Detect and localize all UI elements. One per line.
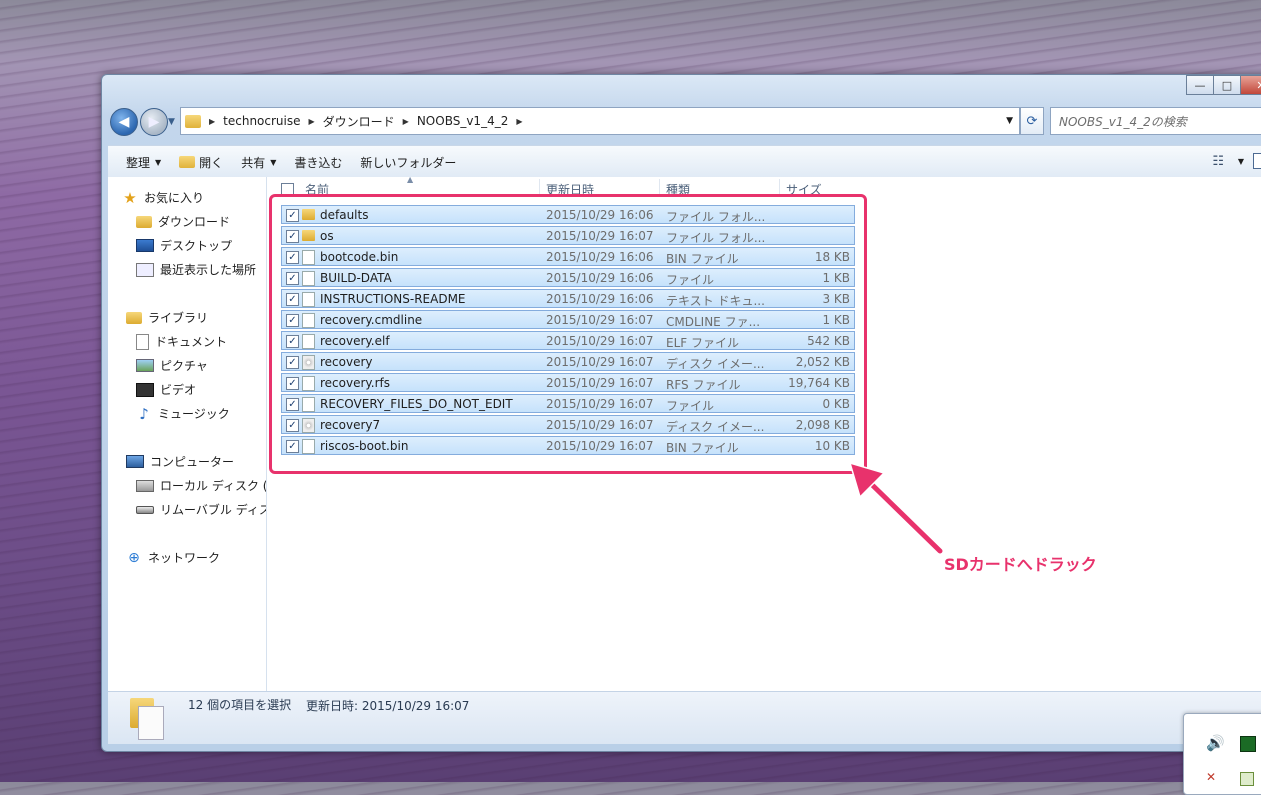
minimize-button[interactable]: — bbox=[1186, 75, 1214, 95]
organize-button[interactable]: 整理 ▼ bbox=[126, 154, 161, 171]
library-icon bbox=[126, 311, 142, 324]
sidebar-item-removable-disk[interactable]: リムーバブル ディスク bbox=[136, 501, 266, 518]
document-icon bbox=[136, 333, 149, 350]
selection-modified: 更新日時: 2015/10/29 16:07 bbox=[306, 699, 470, 713]
close-button[interactable]: ✕ bbox=[1240, 75, 1261, 95]
view-options-icon[interactable]: ☷ bbox=[1212, 154, 1224, 169]
breadcrumb-technocruise[interactable]: technocruise bbox=[223, 114, 300, 128]
breadcrumb-downloads[interactable]: ダウンロード bbox=[323, 113, 395, 130]
address-bar[interactable]: ▶ technocruise ▶ ダウンロード ▶ NOOBS_v1_4_2 ▶… bbox=[180, 107, 1020, 135]
breadcrumb-separator-icon[interactable]: ▶ bbox=[209, 117, 215, 126]
maximize-button[interactable]: □ bbox=[1213, 75, 1241, 95]
new-folder-button[interactable]: 新しいフォルダー bbox=[360, 154, 456, 171]
view-dropdown-icon[interactable]: ▼ bbox=[1238, 157, 1244, 166]
selection-count: 12 個の項目を選択 bbox=[188, 698, 292, 712]
music-note-icon: ♪ bbox=[139, 404, 149, 423]
folder-icon bbox=[185, 114, 201, 128]
refresh-icon: ⟳ bbox=[1026, 113, 1038, 129]
open-folder-icon bbox=[179, 156, 196, 168]
computer-icon bbox=[126, 455, 144, 468]
notification-tray-popup: 🔊 ✕ bbox=[1183, 713, 1261, 795]
picture-icon bbox=[136, 359, 154, 372]
breadcrumb-noobs[interactable]: NOOBS_v1_4_2 bbox=[417, 114, 509, 128]
breadcrumb-separator-icon[interactable]: ▶ bbox=[403, 117, 409, 126]
chevron-down-icon: ▼ bbox=[270, 157, 277, 167]
breadcrumb-separator-icon[interactable]: ▶ bbox=[309, 117, 315, 126]
sort-ascending-icon: ▲ bbox=[407, 175, 414, 184]
sidebar-item-pictures[interactable]: ピクチャ bbox=[136, 357, 208, 374]
downloads-folder-icon bbox=[136, 215, 152, 228]
sidebar-item-recent[interactable]: 最近表示した場所 bbox=[136, 261, 256, 278]
forward-arrow-icon: ▶ bbox=[148, 114, 160, 130]
selection-highlight-box bbox=[269, 194, 867, 474]
refresh-button[interactable]: ⟳ bbox=[1020, 107, 1044, 135]
star-icon: ★ bbox=[123, 188, 137, 207]
navigation-bar: ◀ ▶ ▼ ▶ technocruise ▶ ダウンロード ▶ NOOBS_v1… bbox=[108, 105, 1261, 137]
local-disk-icon bbox=[136, 479, 154, 492]
sidebar-favorites[interactable]: ★ お気に入り bbox=[122, 188, 204, 207]
network-icon: ⊕ bbox=[128, 549, 140, 566]
search-input[interactable]: NOOBS_v1_4_2の検索 bbox=[1050, 107, 1261, 135]
forward-button[interactable]: ▶ bbox=[140, 108, 168, 136]
address-dropdown-icon[interactable]: ▼ bbox=[1006, 116, 1013, 126]
sidebar-item-downloads[interactable]: ダウンロード bbox=[136, 213, 230, 230]
open-button[interactable]: 開く bbox=[179, 154, 223, 171]
desktop-icon bbox=[136, 239, 154, 252]
sidebar-item-documents[interactable]: ドキュメント bbox=[136, 333, 227, 350]
share-button[interactable]: 共有 ▼ bbox=[241, 154, 276, 171]
back-button[interactable]: ◀ bbox=[110, 108, 138, 136]
annotation-label: SDカードへドラック bbox=[944, 555, 1097, 574]
nvidia-icon[interactable] bbox=[1240, 736, 1256, 752]
command-bar: 整理 ▼ 開く 共有 ▼ 書き込む 新しいフォルダー ☷ ▼ bbox=[108, 145, 1261, 179]
tray-check-icon[interactable] bbox=[1240, 772, 1254, 786]
sidebar-libraries[interactable]: ライブラリ bbox=[126, 309, 208, 326]
video-icon bbox=[136, 382, 154, 397]
history-dropdown-icon[interactable]: ▼ bbox=[168, 117, 175, 127]
removable-disk-icon bbox=[136, 505, 154, 514]
sidebar-item-local-disk[interactable]: ローカル ディスク (C:) bbox=[136, 477, 266, 494]
burn-button[interactable]: 書き込む bbox=[294, 154, 342, 171]
annotation-arrow-icon bbox=[848, 461, 945, 555]
speaker-icon[interactable]: 🔊 bbox=[1206, 734, 1225, 752]
sidebar-item-videos[interactable]: ビデオ bbox=[136, 381, 196, 398]
sidebar-item-desktop[interactable]: デスクトップ bbox=[136, 237, 232, 254]
multiple-files-icon bbox=[130, 698, 164, 740]
sidebar-item-music[interactable]: ♪ ミュージック bbox=[136, 404, 230, 423]
search-placeholder: NOOBS_v1_4_2の検索 bbox=[1059, 114, 1187, 129]
back-arrow-icon: ◀ bbox=[118, 114, 130, 130]
recent-places-icon bbox=[136, 262, 154, 277]
details-pane: 12 個の項目を選択 更新日時: 2015/10/29 16:07 bbox=[108, 691, 1261, 744]
sidebar-computer[interactable]: コンピューター bbox=[126, 453, 234, 470]
preview-pane-icon[interactable] bbox=[1253, 153, 1261, 169]
caption-buttons: — □ ✕ bbox=[1186, 75, 1261, 95]
navigation-pane: ★ お気に入り ダウンロード デスクトップ 最近表示した場所 ライブラリ ドキュメ… bbox=[108, 177, 267, 691]
breadcrumb-separator-icon[interactable]: ▶ bbox=[516, 117, 522, 126]
chevron-down-icon: ▼ bbox=[155, 157, 162, 167]
sidebar-network[interactable]: ⊕ ネットワーク bbox=[126, 549, 220, 566]
